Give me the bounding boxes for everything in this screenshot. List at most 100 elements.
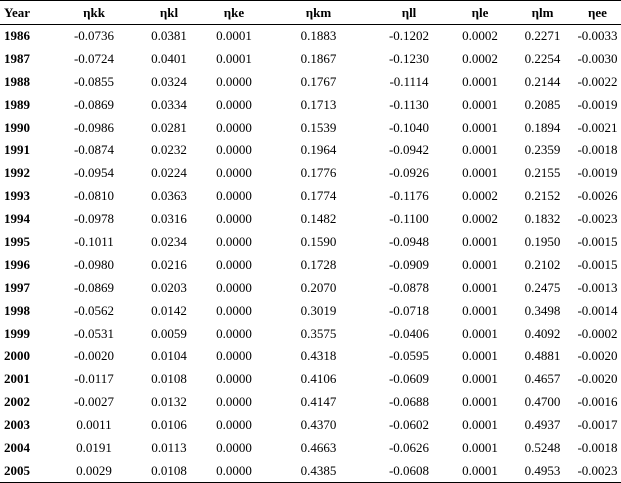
header-eta-lm: ηlm: [531, 4, 554, 20]
table-row: 1988 -0.0855 0.0324 0.0000 0.1767 -0.1114 0.00…: [0, 70, 621, 93]
cell-eta-kk: -0.0874: [73, 142, 115, 158]
cell-eta-ll: -0.0718: [388, 302, 430, 318]
cell-eta-ll: -0.0942: [388, 142, 430, 158]
cell-eta-ll: -0.0878: [388, 279, 430, 295]
elasticity-table-container: Year ηkk ηkl ηke ηkm ηll ηle ηlm ηee 198…: [0, 0, 621, 483]
cell-eta-ke: 0.0000: [216, 325, 252, 341]
cell-eta-kl: 0.0132: [151, 394, 187, 410]
cell-eta-lm: 0.2144: [524, 73, 561, 89]
cell-eta-kk: -0.0855: [73, 73, 115, 89]
cell-eta-ee: -0.0016: [577, 394, 618, 410]
cell-eta-ke: 0.0000: [216, 142, 252, 158]
cell-eta-le: 0.0001: [462, 142, 498, 158]
cell-eta-le: 0.0001: [462, 165, 498, 181]
table-row: 1995 -0.1011 0.0234 0.0000 0.1590 -0.0948 0.00…: [0, 231, 621, 254]
cell-eta-kk: -0.0562: [73, 302, 115, 318]
cell-eta-le: 0.0001: [462, 394, 498, 410]
cell-eta-kl: 0.0104: [151, 348, 187, 364]
table-row: 1998 -0.0562 0.0142 0.0000 0.3019 -0.0718 0.00…: [0, 299, 621, 322]
cell-eta-ke: 0.0000: [216, 439, 252, 455]
cell-eta-ll: -0.1176: [389, 188, 429, 204]
cell-eta-ll: -0.0948: [388, 233, 430, 249]
cell-eta-lm: 0.4953: [524, 462, 561, 478]
table-row: 1997 -0.0869 0.0203 0.0000 0.2070 -0.0878 0.00…: [0, 276, 621, 299]
table-row: 1992 -0.0954 0.0224 0.0000 0.1776 -0.0926 0.00…: [0, 162, 621, 185]
cell-eta-le: 0.0001: [462, 233, 498, 249]
cell-year: 2000: [4, 348, 30, 364]
cell-eta-lm: 0.2271: [524, 28, 561, 44]
cell-year: 1995: [4, 233, 30, 249]
cell-year: 1997: [4, 279, 30, 295]
cell-eta-ke: 0.0000: [216, 256, 252, 272]
cell-eta-le: 0.0001: [462, 279, 498, 295]
cell-year: 2002: [4, 394, 30, 410]
cell-eta-ee: -0.0023: [577, 211, 618, 227]
cell-eta-ee: -0.0022: [577, 73, 618, 89]
table-row: 1991 -0.0874 0.0232 0.0000 0.1964 -0.0942 0.00…: [0, 139, 621, 162]
cell-year: 1987: [4, 50, 30, 66]
cell-eta-lm: 0.2254: [524, 50, 561, 66]
cell-eta-kk: -0.0978: [73, 211, 115, 227]
cell-year: 2005: [4, 462, 30, 478]
table-row: 1994 -0.0978 0.0316 0.0000 0.1482 -0.1100 0.00…: [0, 208, 621, 231]
cell-eta-kl: 0.0108: [151, 371, 187, 387]
cell-eta-km: 0.1964: [300, 142, 337, 158]
cell-eta-ke: 0.0000: [216, 302, 252, 318]
cell-year: 2001: [4, 371, 30, 387]
cell-eta-ll: -0.0595: [388, 348, 430, 364]
table-row: 1986 -0.0736 0.0381 0.0001 0.1883 -0.1202 0.00…: [0, 25, 621, 48]
cell-year: 1998: [4, 302, 30, 318]
cell-eta-kl: 0.0401: [151, 50, 187, 66]
cell-eta-lm: 0.4937: [524, 417, 561, 433]
cell-eta-le: 0.0002: [462, 188, 498, 204]
cell-eta-km: 0.1774: [300, 188, 337, 204]
table-row: 1990 -0.0986 0.0281 0.0000 0.1539 -0.1040 0.00…: [0, 116, 621, 139]
cell-eta-lm: 0.4881: [524, 348, 561, 364]
cell-eta-ll: -0.1230: [388, 50, 430, 66]
cell-eta-ll: -0.0688: [388, 394, 430, 410]
cell-eta-km: 0.1776: [300, 165, 337, 181]
table-row: 1993 -0.0810 0.0363 0.0000 0.1774 -0.1176 0.00…: [0, 185, 621, 208]
header-eta-km: ηkm: [305, 4, 332, 20]
cell-eta-ll: -0.1114: [389, 73, 429, 89]
cell-eta-lm: 0.1832: [524, 211, 561, 227]
cell-eta-ll: -0.1130: [389, 96, 429, 112]
cell-eta-lm: 0.2359: [524, 142, 561, 158]
header-eta-kk: ηkk: [83, 4, 105, 20]
cell-year: 1989: [4, 96, 30, 112]
cell-eta-km: 0.4147: [300, 394, 337, 410]
cell-eta-ee: -0.0019: [577, 96, 618, 112]
cell-eta-kl: 0.0363: [151, 188, 187, 204]
cell-eta-ee: -0.0018: [577, 439, 618, 455]
cell-eta-ll: -0.0926: [388, 165, 430, 181]
cell-eta-ke: 0.0000: [216, 96, 252, 112]
cell-eta-ee: -0.0020: [577, 371, 618, 387]
cell-eta-ke: 0.0001: [216, 50, 252, 66]
cell-eta-lm: 0.2155: [524, 165, 561, 181]
header-eta-ll: ηll: [401, 4, 417, 20]
cell-eta-km: 0.2070: [300, 279, 337, 295]
cell-year: 1996: [4, 256, 30, 272]
cell-eta-ke: 0.0000: [216, 165, 252, 181]
cell-eta-kk: -0.0020: [73, 348, 115, 364]
cell-eta-kk: -0.0869: [73, 279, 115, 295]
cell-eta-ee: -0.0017: [577, 417, 618, 433]
cell-eta-km: 0.1728: [300, 256, 337, 272]
cell-eta-ll: -0.1202: [388, 28, 430, 44]
cell-eta-lm: 0.2475: [524, 279, 561, 295]
cell-eta-kl: 0.0216: [151, 256, 187, 272]
cell-year: 1986: [4, 28, 30, 44]
cell-eta-ke: 0.0000: [216, 279, 252, 295]
cell-eta-le: 0.0001: [462, 439, 498, 455]
cell-eta-ll: -0.0406: [388, 325, 430, 341]
cell-eta-kl: 0.0059: [151, 325, 187, 341]
cell-eta-kk: -0.0027: [73, 394, 115, 410]
cell-eta-kl: 0.0234: [151, 233, 187, 249]
cell-eta-km: 0.4318: [300, 348, 337, 364]
cell-eta-le: 0.0001: [462, 325, 498, 341]
cell-eta-km: 0.1590: [300, 233, 337, 249]
cell-eta-ee: -0.0002: [577, 325, 618, 341]
cell-eta-km: 0.1867: [300, 50, 337, 66]
cell-eta-kl: 0.0324: [151, 73, 187, 89]
cell-eta-ke: 0.0000: [216, 371, 252, 387]
